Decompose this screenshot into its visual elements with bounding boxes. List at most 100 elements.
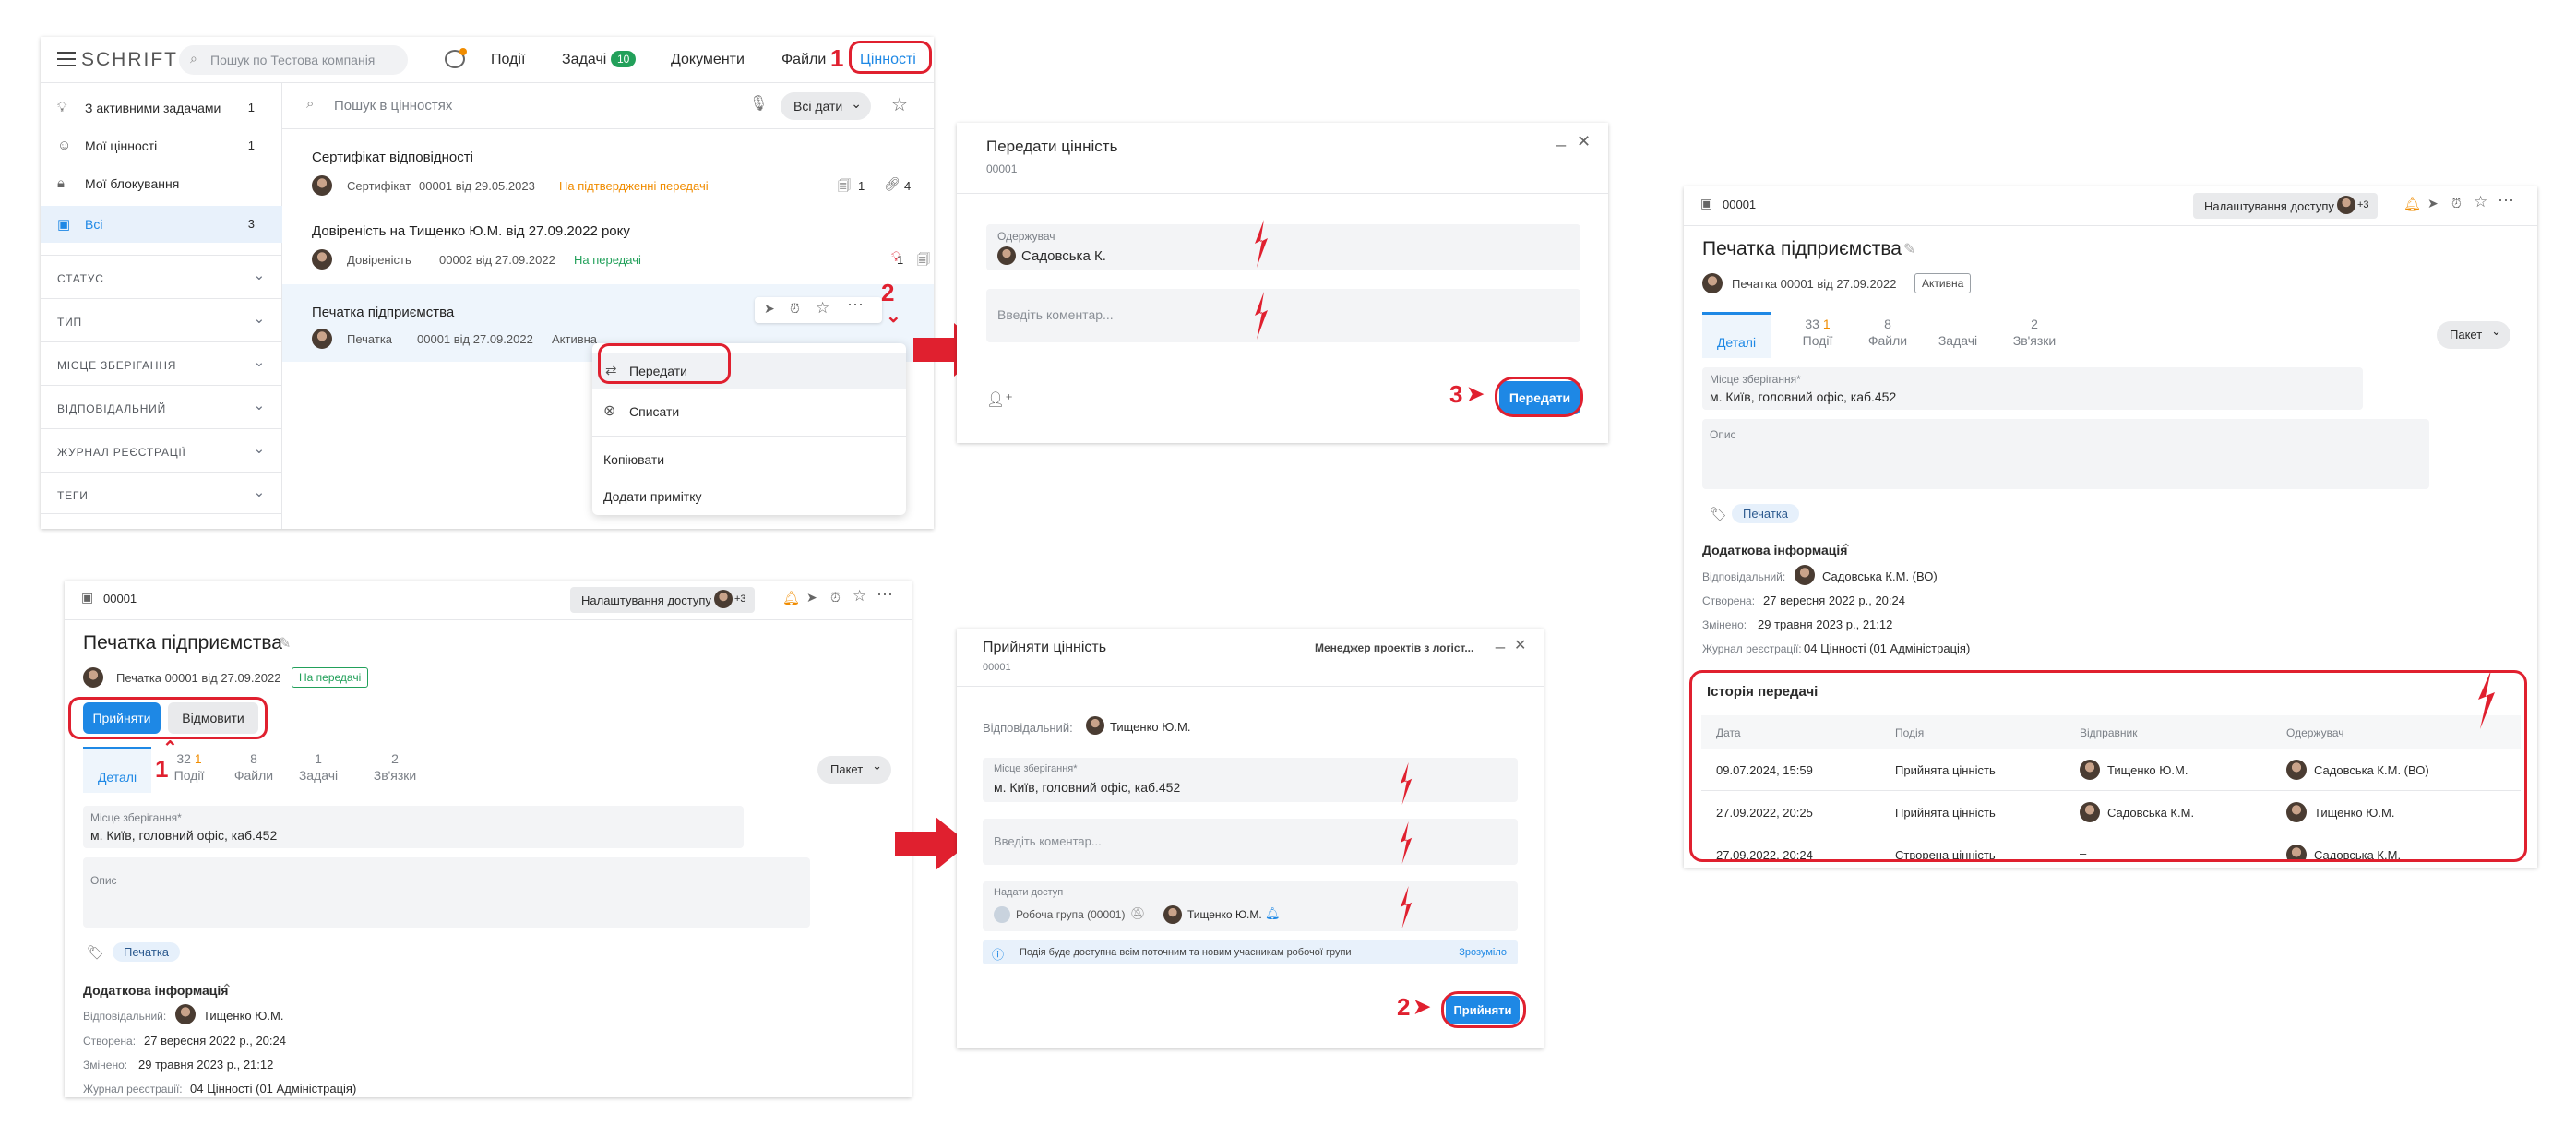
docs-count: 1 (897, 253, 904, 267)
menu-icon[interactable] (57, 52, 76, 66)
tab-links[interactable]: 2 Зв'язки (1998, 316, 2071, 349)
tab-files[interactable]: 8 Файли (221, 750, 286, 784)
chat-icon[interactable] (445, 48, 467, 68)
nav-tasks[interactable]: Задачі (562, 52, 606, 68)
chevron-up-icon[interactable]: ⌃ (1841, 541, 1852, 557)
filter-responsible[interactable]: ВІДПОВІДАЛЬНИЙ ⌄ (41, 385, 282, 427)
bell-icon[interactable]: 🔔︎ (782, 590, 800, 606)
minimize-icon[interactable]: _ (1556, 128, 1566, 148)
global-search-placeholder: Пошук по Тестова компанія (210, 53, 376, 67)
comment-input[interactable]: Введіть коментар... (983, 819, 1518, 865)
package-button[interactable]: Пакет ⌄ (2437, 321, 2510, 349)
tab-unread-count: 1 (194, 751, 202, 766)
card-header-divider (1684, 225, 2537, 226)
tab-details[interactable]: Деталі (83, 747, 151, 793)
close-icon[interactable]: ✕ (1577, 132, 1591, 151)
send-icon[interactable]: ➤ (764, 301, 775, 317)
close-icon[interactable]: ✕ (1514, 636, 1526, 654)
more-icon[interactable]: ⋯ (877, 585, 893, 605)
recipient-field[interactable]: Одержувач Садовська К. (986, 224, 1580, 270)
bell-off-icon[interactable]: 🔕︎ (1130, 906, 1146, 921)
alarm-icon[interactable]: ⏰︎ (2451, 196, 2462, 211)
package-button[interactable]: Пакет ⌄ (817, 756, 891, 784)
description-field[interactable]: Опис (83, 857, 810, 928)
tag-chip[interactable]: Печатка (113, 942, 181, 962)
filter-storage[interactable]: МІСЦЕ ЗБЕРІГАННЯ ⌄ (41, 341, 282, 384)
tab-events[interactable]: 33 1 Події (1785, 316, 1850, 349)
sidebar-item-label: Мої блокування (85, 176, 180, 191)
storage-field[interactable]: Місце зберігання* м. Київ, головний офіс… (983, 758, 1518, 802)
tab-label: Файли (1867, 333, 1908, 348)
chevron-down-icon: ⌄ (2491, 324, 2501, 338)
menu-item-add-note[interactable]: Додати примітку (592, 478, 906, 515)
history-title: Історія передачі (1707, 684, 1819, 700)
tab-tasks[interactable]: Задачі (1926, 332, 1990, 349)
alarm-icon[interactable]: ⏰︎ (790, 301, 800, 317)
star-icon[interactable]: ☆ (853, 587, 866, 605)
alarm-icon[interactable]: ⏰︎ (830, 590, 841, 605)
required-mark-icon (1255, 292, 1268, 340)
global-search-input[interactable]: ⌕ Пошук по Тестова компанія (179, 45, 408, 75)
grant-access-field[interactable]: Надати доступ Робоча група (00001) 🔕︎ Ти… (983, 881, 1518, 931)
microphone-icon[interactable]: 🎙︎ (749, 94, 768, 113)
bulb-icon: 💡︎ (57, 100, 67, 115)
sidebar-item-my-locks[interactable]: 🔒︎ Мої блокування (41, 168, 282, 201)
storage-field[interactable]: Місце зберігання* м. Київ, головний офіс… (83, 806, 744, 848)
history-event: Прийнята цінність (1895, 763, 1996, 777)
storage-field[interactable]: Місце зберігання* м. Київ, головний офіс… (1702, 367, 2363, 410)
edit-icon[interactable]: ✎ (279, 634, 291, 653)
tab-details[interactable]: Деталі (1702, 312, 1771, 358)
column-header: Одержувач (2286, 726, 2344, 739)
add-user-icon[interactable]: 👤︎⁺ (986, 390, 1013, 409)
bell-icon[interactable]: 🔔︎ (1265, 906, 1281, 921)
info-ok-link[interactable]: Зрозуміло (1459, 947, 1507, 958)
sidebar-item-my-values[interactable]: ☺ Мої цінності 1 (41, 130, 282, 163)
comment-input[interactable]: Введіть коментар... (986, 289, 1580, 342)
nav-events[interactable]: Події (491, 52, 525, 68)
tab-links[interactable]: 2 Зв'язки (358, 750, 432, 784)
additional-info-title[interactable]: Додаткова інформація (83, 983, 228, 998)
minimize-icon[interactable]: _ (1496, 630, 1505, 650)
list-search-input[interactable]: Пошук в цінностях (334, 98, 452, 114)
sidebar-item-all[interactable]: ▣ Всі 3 (41, 206, 282, 243)
filter-journal[interactable]: ЖУРНАЛ РЕЄСТРАЦІЇ ⌄ (41, 428, 282, 471)
access-settings-button[interactable]: Налаштування доступу +3 (570, 587, 755, 613)
description-field[interactable]: Опис (1702, 419, 2429, 489)
filter-status[interactable]: СТАТУС ⌄ (41, 255, 282, 297)
edit-icon[interactable]: ✎ (1903, 240, 1915, 258)
lock-icon: 🔒︎ (57, 175, 65, 191)
more-icon[interactable]: ⋯ (847, 295, 864, 315)
star-icon[interactable]: ☆ (816, 299, 829, 317)
send-icon[interactable]: ➤ (806, 590, 817, 605)
person-chip[interactable]: Тищенко Ю.М. (1187, 908, 1262, 921)
avatar (997, 246, 1016, 265)
avatar (1086, 716, 1104, 735)
search-icon: ⌕ (306, 96, 315, 112)
filter-type[interactable]: ТИП ⌄ (41, 298, 282, 341)
more-icon[interactable]: ⋯ (2498, 191, 2514, 210)
sidebar-item-active-tasks[interactable]: 💡︎ З активними задачами 1 (41, 92, 282, 126)
group-chip[interactable]: Робоча група (00001) (1016, 908, 1125, 921)
filter-tags[interactable]: ТЕГИ ⌄ (41, 472, 282, 514)
send-icon[interactable]: ➤ (2427, 196, 2439, 211)
star-icon[interactable]: ☆ (2474, 193, 2487, 211)
nav-documents[interactable]: Документи (671, 52, 745, 68)
bell-icon[interactable]: 🔔︎ (2403, 196, 2421, 212)
tag-chip[interactable]: Печатка (1732, 504, 1800, 523)
menu-item-copy[interactable]: Копіювати (592, 441, 906, 478)
description-label: Опис (90, 874, 117, 887)
access-settings-button[interactable]: Налаштування доступу +3 (2193, 193, 2378, 219)
tab-tasks[interactable]: 1 Задачі (286, 750, 351, 784)
date-filter-select[interactable]: Всі дати ⌄ (781, 92, 871, 120)
menu-item-writeoff[interactable]: ⊗ Списати (592, 393, 906, 430)
list-item[interactable]: Сертифікат відповідності Сертифікат 0000… (282, 129, 934, 207)
list-item[interactable]: Довіреність на Тищенко Ю.М. від 27.09.20… (282, 207, 934, 284)
tab-files[interactable]: 8 Файли (1855, 316, 1920, 349)
tab-label: Зв'язки (373, 768, 417, 783)
nav-files[interactable]: Файли (781, 52, 826, 68)
document-icon: 🗐︎ (917, 252, 930, 267)
additional-info-title[interactable]: Додаткова інформація (1702, 543, 1847, 557)
star-icon[interactable]: ☆ (891, 93, 908, 116)
chevron-up-icon[interactable]: ⌃ (221, 981, 233, 997)
tab-label: Деталі (1716, 335, 1757, 350)
